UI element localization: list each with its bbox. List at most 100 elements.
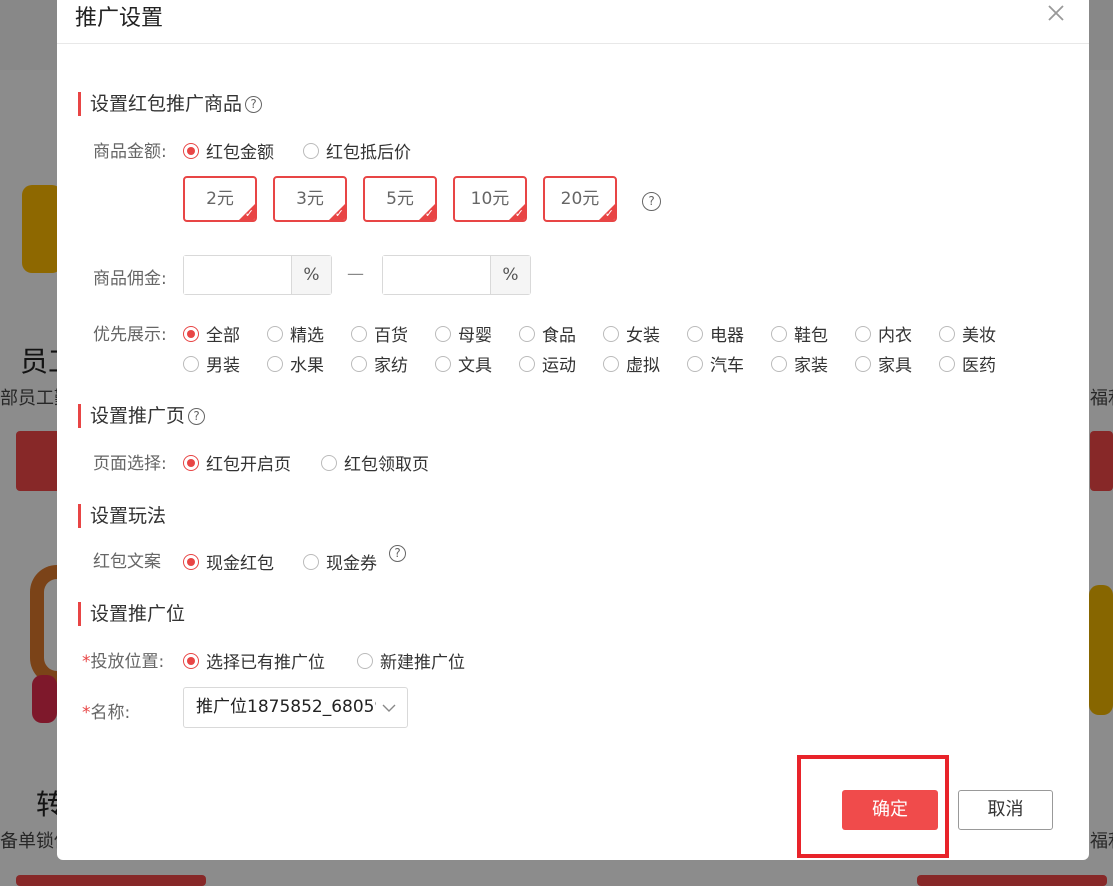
name-label: *名称: (82, 698, 130, 723)
category-radio[interactable]: 全部 (183, 321, 240, 346)
amount-option-5[interactable]: 5元 ✓ (363, 176, 437, 222)
cancel-button[interactable]: 取消 (958, 790, 1053, 830)
dialog-header: 推广设置 (57, 0, 1089, 44)
amount-option-label: 20元 (560, 189, 600, 209)
category-radio[interactable]: 男装 (183, 351, 240, 376)
radio-dot (435, 325, 451, 342)
category-radio[interactable]: 水果 (267, 351, 324, 376)
close-icon[interactable] (1045, 2, 1067, 24)
commission-max-field: % (382, 255, 531, 295)
required-mark: * (82, 703, 91, 723)
amount-option-2[interactable]: 2元 ✓ (183, 176, 257, 222)
category-radio[interactable]: 食品 (519, 321, 576, 346)
placement-label: *投放位置: (82, 647, 164, 672)
radio-dot (435, 355, 451, 372)
radio-dot (855, 325, 871, 342)
radio-dot (183, 142, 199, 159)
section-page-label: 设置推广页 (90, 405, 186, 427)
check-icon: ✓ (334, 207, 344, 220)
category-radio[interactable]: 家具 (855, 351, 912, 376)
category-radio[interactable]: 家纺 (351, 351, 408, 376)
section-play-title: 设置玩法 (78, 504, 166, 528)
radio-dot (603, 325, 619, 342)
radio-redpacket-amount[interactable]: 红包金额 (183, 138, 274, 163)
radio-existing-position[interactable]: 选择已有推广位 (183, 648, 325, 673)
commission-min-input[interactable] (184, 256, 292, 294)
category-radio[interactable]: 虚拟 (603, 351, 660, 376)
category-radio[interactable]: 医药 (939, 351, 996, 376)
section-position-title: 设置推广位 (78, 602, 185, 626)
radio-dot (603, 355, 619, 372)
confirm-highlight-box (797, 755, 949, 858)
radio-label: 现金券 (326, 554, 377, 574)
radio-cash-coupon[interactable]: 现金券 (303, 549, 377, 574)
radio-dot (939, 325, 955, 342)
radio-claim-page[interactable]: 红包领取页 (321, 450, 429, 475)
radio-label: 红包金额 (206, 143, 274, 163)
category-radio[interactable]: 汽车 (687, 351, 744, 376)
radio-dot (321, 454, 337, 471)
amount-option-10[interactable]: 10元 ✓ (453, 176, 527, 222)
help-icon[interactable]: ? (642, 192, 661, 211)
help-icon[interactable]: ? (389, 545, 406, 562)
radio-label: 美妆 (962, 326, 996, 346)
radio-dot (183, 454, 199, 471)
category-radio[interactable]: 文具 (435, 351, 492, 376)
promotion-settings-dialog: 推广设置 设置红包推广商品 ? 商品金额: 红包金额 红包抵后价 2元 ✓ 3元… (57, 0, 1089, 860)
radio-label: 医药 (962, 356, 996, 376)
position-name-select[interactable]: 推广位1875852_6805971 (183, 687, 408, 728)
amount-option-3[interactable]: 3元 ✓ (273, 176, 347, 222)
radio-label: 电器 (710, 326, 744, 346)
radio-label: 汽车 (710, 356, 744, 376)
radio-open-page[interactable]: 红包开启页 (183, 450, 291, 475)
percent-unit: % (491, 256, 530, 294)
amount-option-label: 3元 (296, 189, 324, 209)
radio-cash-redpacket[interactable]: 现金红包 (183, 549, 274, 574)
radio-label: 新建推广位 (380, 653, 465, 673)
radio-dot (771, 355, 787, 372)
category-radio[interactable]: 女装 (603, 321, 660, 346)
radio-label: 家纺 (374, 356, 408, 376)
radio-new-position[interactable]: 新建推广位 (357, 648, 465, 673)
radio-label: 红包抵后价 (326, 143, 411, 163)
radio-label: 选择已有推广位 (206, 653, 325, 673)
radio-label: 红包领取页 (344, 455, 429, 475)
category-radio[interactable]: 美妆 (939, 321, 996, 346)
category-radio[interactable]: 精选 (267, 321, 324, 346)
radio-label: 精选 (290, 326, 324, 346)
radio-label: 文具 (458, 356, 492, 376)
display-label: 优先展示: (93, 325, 167, 345)
help-icon[interactable]: ? (245, 95, 263, 113)
radio-dot (183, 553, 199, 570)
required-mark: * (82, 652, 91, 672)
commission-max-input[interactable] (383, 256, 491, 294)
page-select-label: 页面选择: (93, 454, 167, 474)
chevron-down-icon (382, 704, 396, 712)
radio-label: 内衣 (878, 326, 912, 346)
dialog-title: 推广设置 (75, 6, 164, 31)
category-radio[interactable]: 百货 (351, 321, 408, 346)
help-icon[interactable]: ? (188, 407, 206, 425)
section-play-label: 设置玩法 (90, 505, 167, 527)
radio-label: 母婴 (458, 326, 492, 346)
radio-label: 家具 (878, 356, 912, 376)
category-radio[interactable]: 家装 (771, 351, 828, 376)
commission-min-field: % (183, 255, 332, 295)
commission-label: 商品佣金: (93, 269, 167, 289)
radio-after-discount-price[interactable]: 红包抵后价 (303, 138, 411, 163)
category-radio[interactable]: 内衣 (855, 321, 912, 346)
check-icon: ✓ (244, 207, 254, 220)
radio-label: 百货 (374, 326, 408, 346)
radio-dot (303, 142, 319, 159)
radio-dot (357, 652, 373, 669)
amount-option-20[interactable]: 20元 ✓ (543, 176, 617, 222)
radio-label: 虚拟 (626, 356, 660, 376)
radio-dot (687, 355, 703, 372)
radio-dot (519, 325, 535, 342)
category-radio[interactable]: 运动 (519, 351, 576, 376)
category-radio[interactable]: 鞋包 (771, 321, 828, 346)
radio-dot (183, 325, 199, 342)
category-radio[interactable]: 电器 (687, 321, 744, 346)
radio-label: 家装 (794, 356, 828, 376)
category-radio[interactable]: 母婴 (435, 321, 492, 346)
